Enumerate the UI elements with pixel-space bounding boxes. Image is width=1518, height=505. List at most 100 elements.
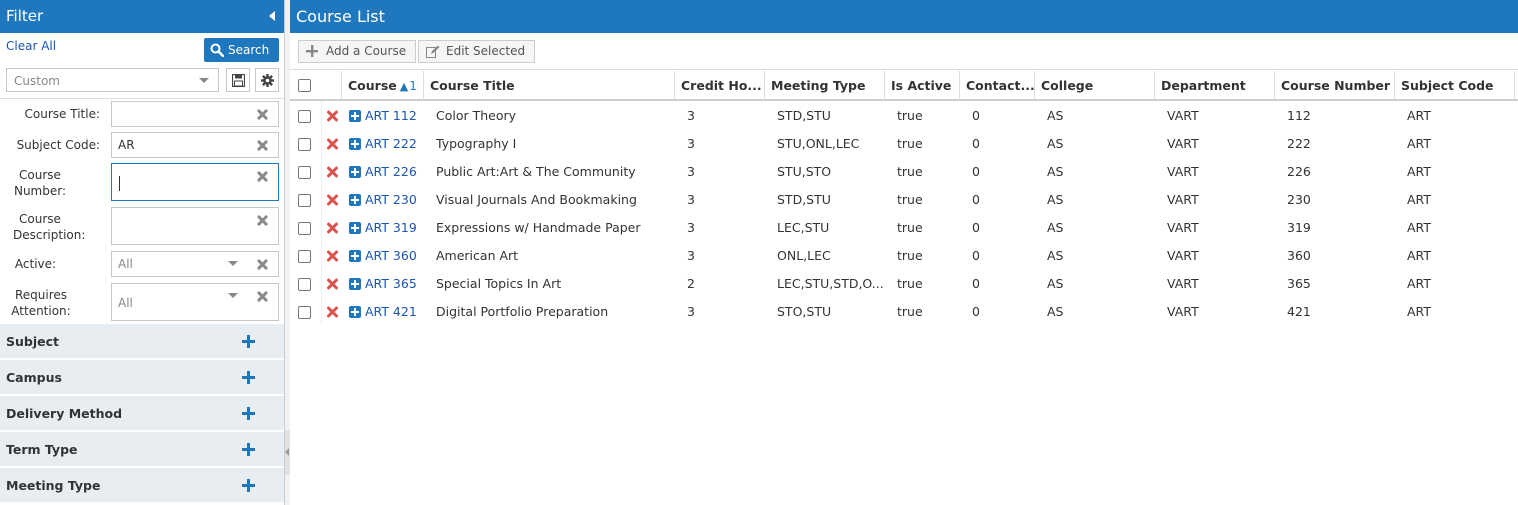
text-cursor [119, 176, 120, 191]
cell-college: AS [1047, 248, 1064, 263]
cell-contact: 0 [972, 248, 980, 263]
row-checkbox[interactable] [298, 166, 311, 179]
course-number-input[interactable] [111, 163, 279, 201]
sort-asc-icon[interactable]: ▲ [400, 80, 408, 93]
cell-subject-code: ART [1407, 276, 1431, 291]
subject-code-input[interactable]: AR [111, 132, 279, 158]
course-link[interactable]: ART 360 [354, 242, 424, 270]
course-link[interactable]: ART 421 [354, 298, 424, 326]
save-preset-button[interactable] [226, 68, 250, 92]
table-row[interactable]: ART 226 Public Art:Art & The Community 3 ST… [290, 158, 1518, 186]
subject-code-label: Subject Code: [16, 138, 100, 152]
clear-course-description-icon[interactable] [257, 215, 268, 226]
row-checkbox[interactable] [298, 306, 311, 319]
preset-settings-button[interactable] [255, 68, 279, 92]
course-link[interactable]: ART 226 [354, 158, 424, 186]
course-link[interactable]: ART 112 [354, 102, 424, 130]
row-checkbox[interactable] [298, 250, 311, 263]
table-row[interactable]: ART 230 Visual Journals And Bookmaking 3 ST… [290, 186, 1518, 214]
requires-attention-select[interactable]: All [111, 283, 279, 321]
row-checkbox[interactable] [298, 222, 311, 235]
preset-select[interactable]: Custom [6, 68, 219, 92]
row-checkbox[interactable] [298, 194, 311, 207]
clear-course-number-icon[interactable] [257, 171, 268, 182]
table-row[interactable]: ART 421 Digital Portfolio Preparation 3 STO… [290, 298, 1518, 326]
cell-is-active: true [897, 108, 923, 123]
cell-credit-hours: 3 [687, 248, 695, 263]
clear-all-link[interactable]: Clear All [6, 39, 56, 53]
delete-icon[interactable] [327, 139, 337, 149]
add-course-button[interactable]: Add a Course [298, 40, 417, 63]
active-label: Active: [14, 257, 57, 271]
cell-course-number: 230 [1287, 192, 1311, 207]
delete-icon[interactable] [327, 223, 337, 233]
delete-icon[interactable] [327, 307, 337, 317]
cell-course-number: 112 [1287, 108, 1311, 123]
cell-college: AS [1047, 164, 1064, 179]
column-header-meeting-type[interactable]: Meeting Type [765, 71, 885, 100]
delete-icon[interactable] [327, 111, 337, 121]
delete-icon[interactable] [327, 195, 337, 205]
column-header-college[interactable]: College [1035, 71, 1155, 100]
active-select[interactable]: All [111, 251, 279, 277]
column-header-department[interactable]: Department [1155, 71, 1275, 100]
table-row[interactable]: ART 112 Color Theory 3 STD,STU true 0 AS VART 11… [290, 102, 1518, 130]
cell-department: VART [1167, 304, 1199, 319]
plus-icon[interactable] [242, 407, 255, 420]
select-all-checkbox[interactable] [298, 79, 311, 92]
course-link[interactable]: ART 222 [354, 130, 424, 158]
collapse-left-icon[interactable] [269, 11, 275, 21]
column-header-course[interactable]: Course ▲1 [342, 71, 424, 100]
row-checkbox[interactable] [298, 138, 311, 151]
chevron-down-icon [228, 261, 238, 266]
column-header-is-active[interactable]: Is Active [885, 71, 960, 100]
cell-meeting-type: STD,STU [777, 108, 831, 123]
row-checkbox[interactable] [298, 110, 311, 123]
section-delivery-method[interactable]: Delivery Method [0, 396, 284, 431]
cell-credit-hours: 3 [687, 108, 695, 123]
plus-icon[interactable] [242, 371, 255, 384]
gear-icon [261, 74, 274, 87]
table-row[interactable]: ART 222 Typography I 3 STU,ONL,LEC true 0 AS VA… [290, 130, 1518, 158]
column-header-contact[interactable]: Contact... [960, 71, 1035, 100]
section-campus[interactable]: Campus [0, 360, 284, 395]
clear-subject-code-icon[interactable] [257, 140, 268, 151]
cell-college: AS [1047, 192, 1064, 207]
cell-subject-code: ART [1407, 108, 1431, 123]
course-link[interactable]: ART 319 [354, 214, 424, 242]
edit-selected-button[interactable]: Edit Selected [418, 40, 536, 63]
cell-course-number: 319 [1287, 220, 1311, 235]
search-button[interactable]: Search [204, 38, 279, 62]
section-subject[interactable]: Subject [0, 324, 284, 359]
cell-is-active: true [897, 276, 923, 291]
plus-icon [306, 45, 318, 57]
delete-icon[interactable] [327, 279, 337, 289]
table-row[interactable]: ART 319 Expressions w/ Handmade Paper 3 LEC… [290, 214, 1518, 242]
section-meeting-type[interactable]: Meeting Type [0, 468, 284, 503]
table-row[interactable]: ART 360 American Art 3 ONL,LEC true 0 AS VART 36… [290, 242, 1518, 270]
course-description-input[interactable] [111, 207, 279, 245]
cell-subject-code: ART [1407, 248, 1431, 263]
plus-icon[interactable] [242, 443, 255, 456]
table-row[interactable]: ART 365 Special Topics In Art 2 LEC,STU,STD… [290, 270, 1518, 298]
delete-icon[interactable] [327, 167, 337, 177]
course-title-input[interactable] [111, 101, 279, 127]
section-term-type[interactable]: Term Type [0, 432, 284, 467]
plus-icon[interactable] [242, 479, 255, 492]
cell-course-number: 421 [1287, 304, 1311, 319]
row-checkbox[interactable] [298, 278, 311, 291]
cell-contact: 0 [972, 276, 980, 291]
plus-icon[interactable] [242, 335, 255, 348]
cell-contact: 0 [972, 136, 980, 151]
column-header-credit-hours[interactable]: Credit Ho... [675, 71, 765, 100]
clear-course-title-icon[interactable] [257, 109, 268, 120]
clear-requires-attention-icon[interactable] [257, 291, 268, 302]
column-header-subject-code[interactable]: Subject Code [1395, 71, 1515, 100]
course-link[interactable]: ART 230 [354, 186, 424, 214]
column-header-course-title[interactable]: Course Title [424, 71, 675, 100]
clear-active-icon[interactable] [257, 259, 268, 270]
column-header-course-number[interactable]: Course Number [1275, 71, 1395, 100]
cell-course-title: Color Theory [436, 108, 517, 123]
delete-icon[interactable] [327, 251, 337, 261]
course-link[interactable]: ART 365 [354, 270, 424, 298]
